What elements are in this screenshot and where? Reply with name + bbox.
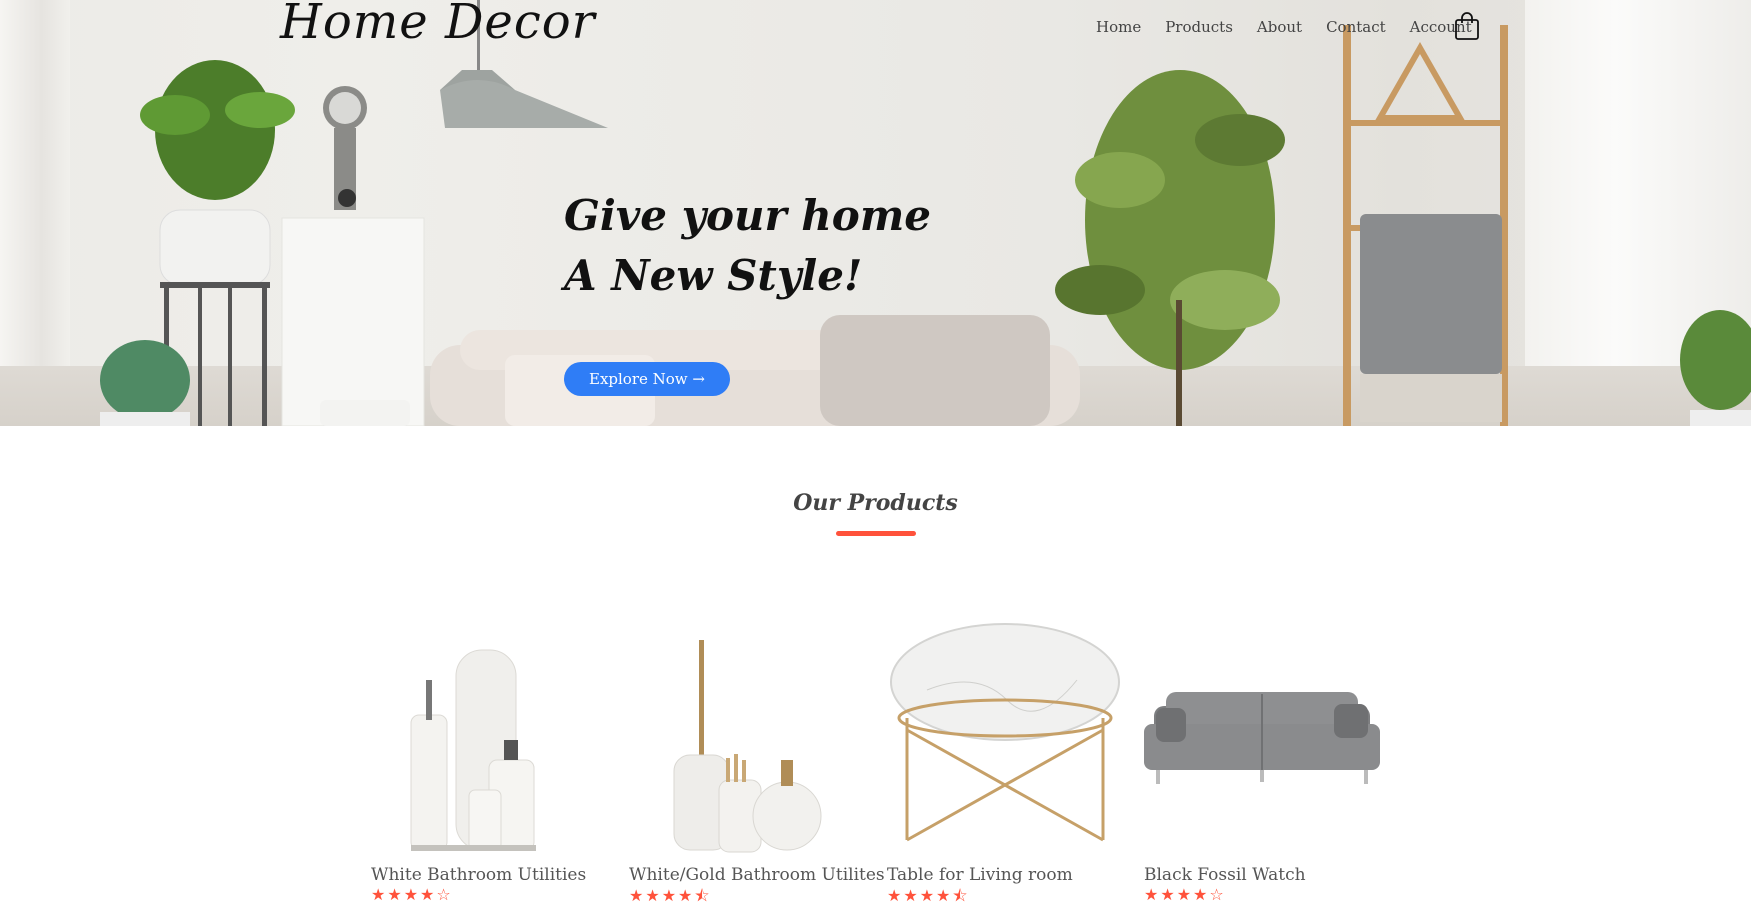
product-image-bathroom-gold[interactable]: [629, 620, 865, 860]
nav-products[interactable]: Products: [1165, 18, 1233, 36]
product-name[interactable]: White/Gold Bathroom Utilites: [629, 865, 885, 885]
star-rating: ★★★★⯪: [887, 886, 970, 905]
product-image-coffee-table[interactable]: [887, 620, 1123, 860]
hero-headline-line2: A New Style!: [564, 251, 863, 300]
product-image-bathroom-white[interactable]: [371, 620, 607, 860]
product-name[interactable]: Table for Living room: [887, 865, 1073, 885]
hero-headline: Give your home A New Style!: [564, 186, 931, 306]
product-card[interactable]: White Bathroom Utilities ★★★★☆: [371, 620, 607, 904]
product-name[interactable]: Black Fossil Watch: [1144, 865, 1306, 885]
star-rating: ★★★★☆: [371, 885, 453, 904]
succulent-left-icon: [100, 340, 190, 426]
product-name[interactable]: White Bathroom Utilities: [371, 865, 586, 885]
site-logo[interactable]: Home Decor: [280, 0, 596, 50]
ficus-plant-icon: [1055, 70, 1285, 426]
section-title-our-products: Our Products: [793, 490, 958, 516]
nav-home[interactable]: Home: [1096, 18, 1141, 36]
blanket-ladder-icon: [1343, 25, 1508, 426]
plant-right-icon: [1680, 310, 1751, 426]
nav-contact[interactable]: Contact: [1326, 18, 1386, 36]
main-nav: Home Products About Contact Account: [1096, 18, 1496, 36]
explore-now-button[interactable]: Explore Now →: [564, 362, 730, 396]
clock-pedestal-icon: [281, 86, 425, 426]
shopping-bag-icon[interactable]: [1455, 12, 1479, 40]
product-card[interactable]: Table for Living room ★★★★⯪: [887, 620, 1123, 905]
nav-about[interactable]: About: [1257, 18, 1302, 36]
hero-headline-line1: Give your home: [564, 191, 931, 240]
product-card[interactable]: Black Fossil Watch ★★★★☆: [1144, 620, 1380, 904]
title-underline: [836, 531, 916, 536]
star-rating: ★★★★⯪: [629, 886, 712, 905]
hero-banner: Home Decor Home Products About Contact A…: [0, 0, 1751, 426]
star-rating: ★★★★☆: [1144, 885, 1226, 904]
product-image-grey-sofa[interactable]: [1144, 620, 1380, 860]
product-card[interactable]: White/Gold Bathroom Utilites ★★★★⯪: [629, 620, 885, 905]
